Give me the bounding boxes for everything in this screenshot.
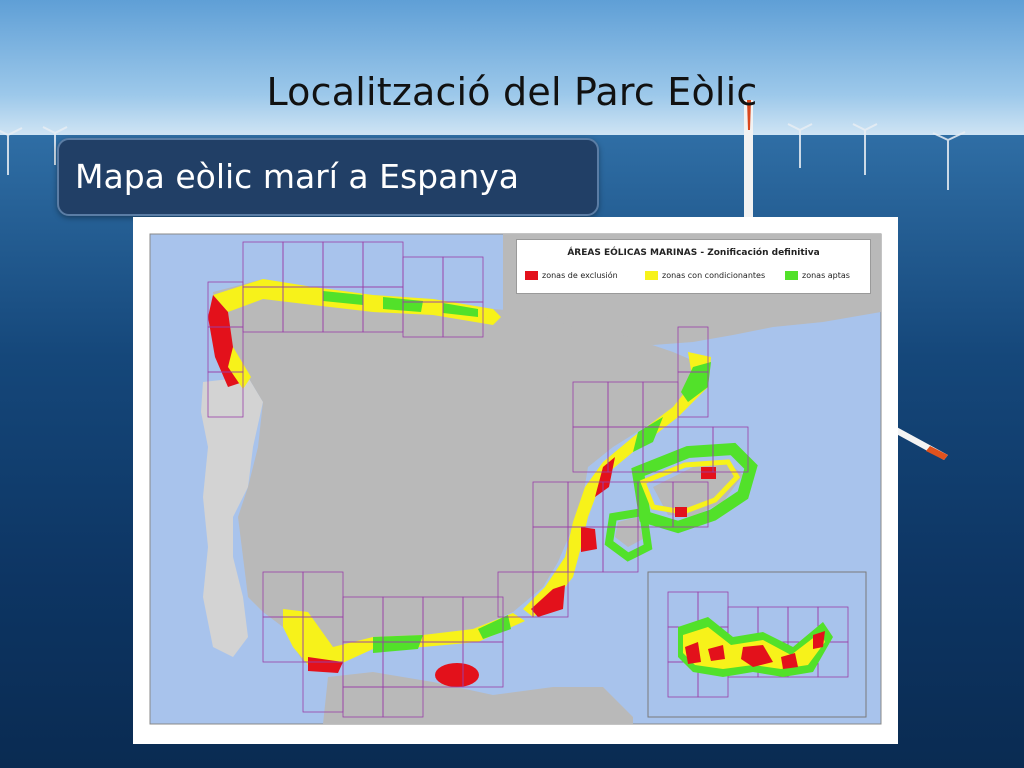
legend-label: zonas aptas xyxy=(802,271,850,280)
slide-subtitle: Mapa eòlic marí a Espanya xyxy=(75,157,520,196)
legend-item-suitable: zonas aptas xyxy=(785,271,850,283)
valencia-exclusion-zone xyxy=(581,527,597,552)
legend-swatch-red xyxy=(525,271,538,280)
subtitle-box: Mapa eòlic marí a Espanya xyxy=(57,138,599,216)
legend-label: zonas con condicionantes xyxy=(662,271,766,280)
legend-title: ÁREAS EÓLICAS MARINAS - Zonificación def… xyxy=(567,248,820,258)
alboran-exclusion-zone xyxy=(435,663,479,687)
spain-offshore-wind-map: ÁREAS EÓLICAS MARINAS - Zonificación def… xyxy=(133,217,898,744)
legend-item-exclusion: zonas de exclusión xyxy=(525,271,618,283)
map-legend: ÁREAS EÓLICAS MARINAS - Zonificación def… xyxy=(516,239,871,294)
legend-swatch-green xyxy=(785,271,798,280)
slide: Localització del Parc Eòlic Mapa eòlic m… xyxy=(0,0,1024,768)
canary-islands-inset xyxy=(647,571,867,718)
legend-swatch-yellow xyxy=(645,271,658,280)
slide-title: Localització del Parc Eòlic xyxy=(266,70,758,114)
legend-label: zonas de exclusión xyxy=(542,271,618,280)
legend-item-conditional: zonas con condicionantes xyxy=(645,271,765,283)
